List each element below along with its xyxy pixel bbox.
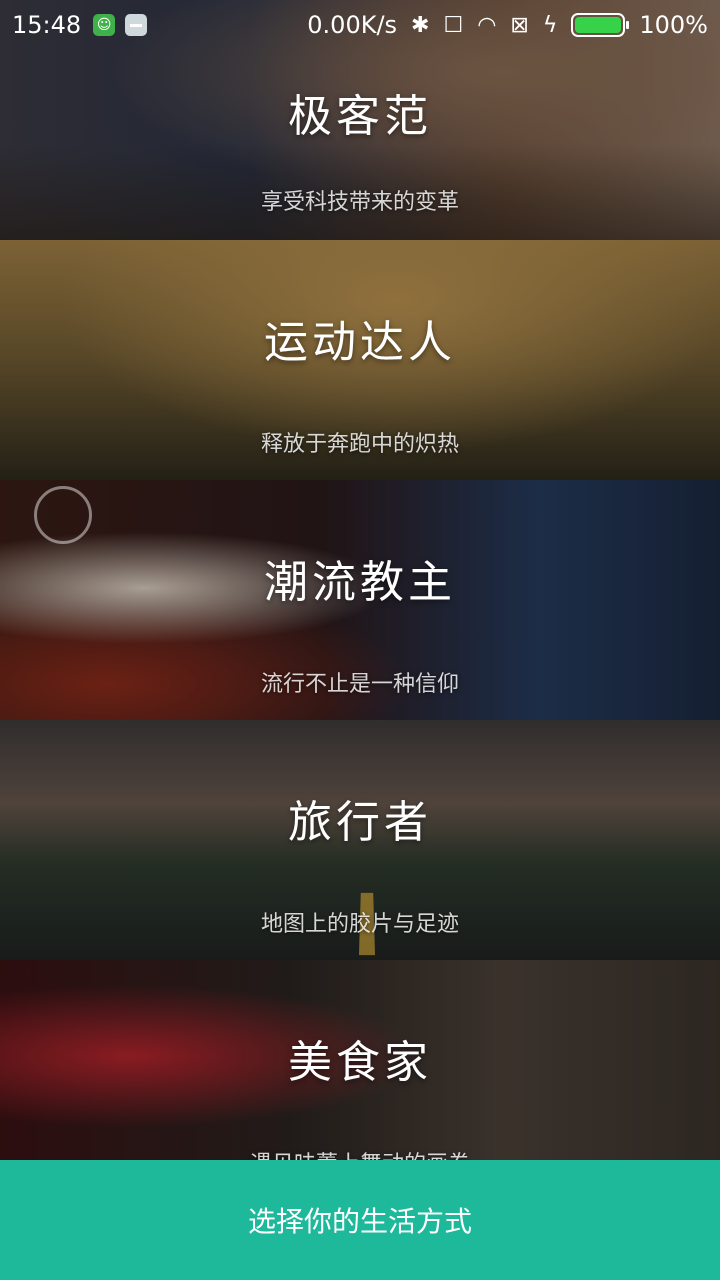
battery-percent: 100%: [639, 11, 708, 39]
category-subtitle: 享受科技带来的变革: [260, 190, 459, 215]
choose-lifestyle-button[interactable]: 选择你的生活方式: [0, 1160, 720, 1280]
category-title: 潮流教主: [264, 557, 456, 608]
charging-icon: ϟ: [542, 12, 558, 38]
network-speed: 0.00K/s: [307, 11, 398, 39]
category-title: 运动达人: [264, 317, 456, 368]
status-right: 0.00K/s ✱ ☐ ◠ ⊠ ϟ 100%: [307, 11, 708, 39]
no-sim-icon: ⊠: [510, 12, 529, 38]
category-title: 美食家: [288, 1037, 432, 1088]
bluetooth-icon: ✱: [411, 12, 430, 38]
app-notification-icon: ☺: [93, 14, 116, 36]
app-notification-icon-2: [125, 14, 148, 36]
category-subtitle: 释放于奔跑中的炽热: [260, 432, 459, 457]
touch-indicator-ring: [34, 486, 92, 544]
battery-fill: [575, 17, 622, 33]
status-bar: 15:48 ☺ 0.00K/s ✱ ☐ ◠ ⊠ ϟ 100%: [0, 0, 720, 50]
wifi-icon: ◠: [477, 12, 497, 38]
category-title: 旅行者: [288, 797, 432, 848]
category-card-sports[interactable]: 运动达人 释放于奔跑中的炽热: [0, 240, 720, 480]
vibrate-off-icon: ☐: [443, 12, 464, 38]
category-card-fashion[interactable]: 潮流教主 流行不止是一种信仰: [0, 480, 720, 720]
category-subtitle: 地图上的胶片与足迹: [260, 912, 459, 937]
status-time: 15:48: [12, 11, 82, 39]
category-subtitle: 流行不止是一种信仰: [260, 672, 459, 697]
category-card-travel[interactable]: 旅行者 地图上的胶片与足迹: [0, 720, 720, 960]
category-title: 极客范: [288, 91, 432, 142]
battery-icon: [571, 13, 630, 37]
